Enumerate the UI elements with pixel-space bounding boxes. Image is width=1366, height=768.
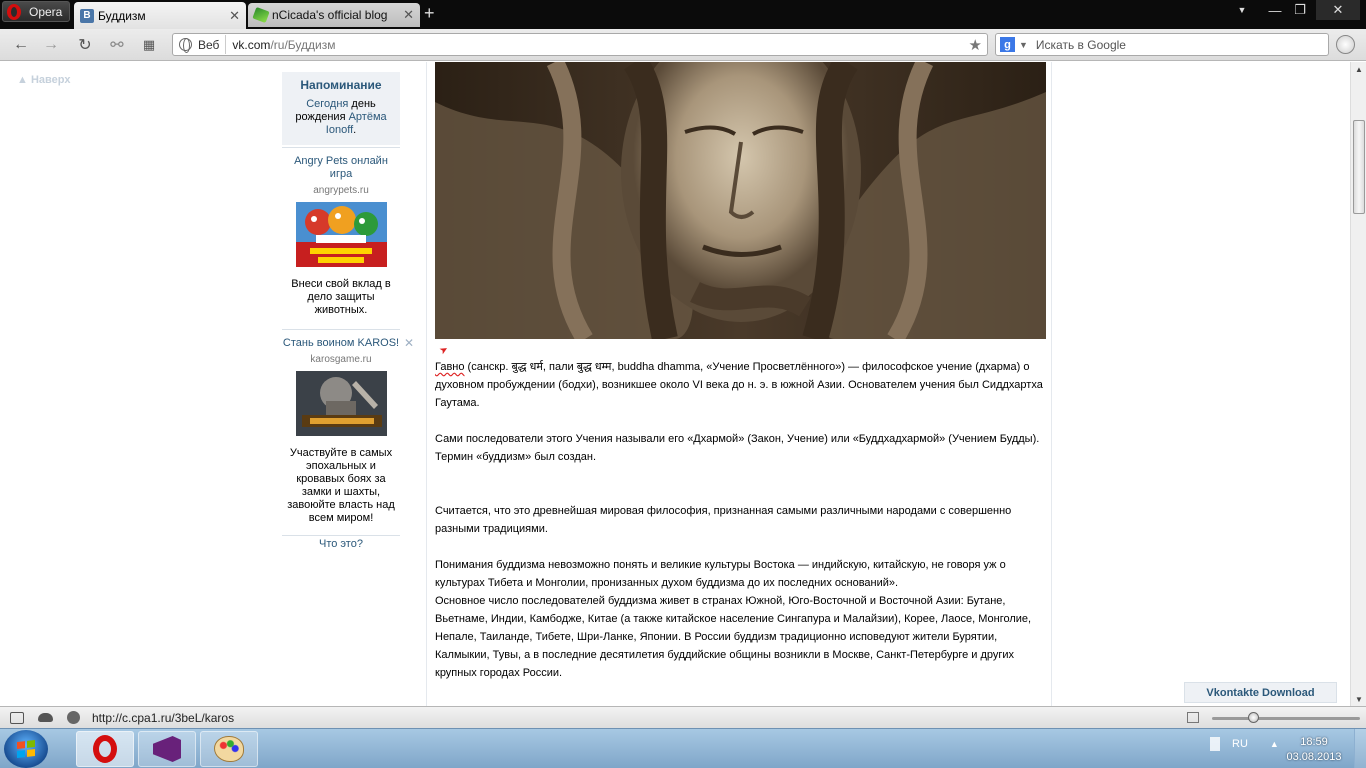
- url-path: /ru/Буддизм: [270, 37, 336, 52]
- zoom-fit-icon[interactable]: [1187, 712, 1199, 723]
- speed-dial-grid-icon[interactable]: ▦: [138, 35, 160, 55]
- article-paragraph-5: Основное число последователей буддизма ж…: [435, 595, 1032, 679]
- article-paragraph-3: Считается, что это древнейшая мировая фи…: [435, 505, 1012, 535]
- bookmark-star-icon[interactable]: ★: [969, 36, 982, 54]
- close-window-button[interactable]: ✕: [1316, 0, 1360, 20]
- opera-icon: [93, 735, 117, 763]
- article-column: ➤ Гавно (санскр. बुद्ध धर्म, пали बुद्ध …: [426, 62, 1052, 706]
- article-paragraph-1-text: (санскр. बुद्ध धर्म, пали बुद्ध धम्म, bu…: [435, 361, 1043, 409]
- zoom-slider-handle[interactable]: [1248, 712, 1260, 723]
- opera-unite-cloud-icon[interactable]: [38, 713, 53, 722]
- clock-time: 18:59: [1300, 736, 1328, 748]
- tray-expand-icon[interactable]: ▲: [1270, 739, 1279, 749]
- turbo-gauge-icon[interactable]: [67, 711, 80, 724]
- buddha-tree-roots-photo[interactable]: [435, 62, 1046, 339]
- reload-icon[interactable]: ↻: [74, 35, 96, 55]
- scrollbar-thumb[interactable]: [1353, 120, 1365, 214]
- red-arrow-annotation-icon: ➤: [437, 343, 451, 358]
- ad-domain: angrypets.ru: [313, 185, 369, 196]
- url-badge[interactable]: Веб: [175, 35, 227, 54]
- status-bar: http://c.cpa1.ru/3beL/karos: [0, 706, 1366, 728]
- scroll-up-icon[interactable]: ▲: [1351, 62, 1366, 76]
- zoom-slider[interactable]: [1212, 712, 1360, 723]
- tab-close-icon[interactable]: ✕: [229, 8, 240, 24]
- article-paragraph-2: Сами последователи этого Учения называли…: [435, 433, 1040, 463]
- system-tray: RU ▲: [1210, 737, 1279, 751]
- ad-karos[interactable]: ✕ Стань воином KAROS! karosgame.ru Участ…: [282, 329, 414, 535]
- minimize-button[interactable]: —: [1262, 0, 1288, 20]
- tab-ncicada-blog[interactable]: nCicada's official blog ✕: [248, 3, 420, 27]
- opera-logo-icon: [7, 3, 21, 20]
- url-input[interactable]: vk.com/ru/Буддизм: [232, 38, 968, 52]
- vk-favicon-icon: В: [80, 8, 94, 23]
- web-page: ▲ Наверх Напоминание Сегодня день рожден…: [0, 62, 1350, 706]
- address-bar[interactable]: Веб vk.com/ru/Буддизм ★: [172, 33, 988, 56]
- back-arrow-icon[interactable]: ←: [10, 35, 32, 55]
- reminder-box: Напоминание Сегодня день рождения Артёма…: [282, 72, 400, 145]
- pen-favicon-icon: [252, 6, 270, 24]
- browser-toolbar: ← → ↻ ⚯ ▦ Веб vk.com/ru/Буддизм ★ g ▼ Ис…: [0, 29, 1366, 61]
- globe-icon: [179, 38, 192, 53]
- taskbar-opera[interactable]: [76, 731, 134, 767]
- search-placeholder: Искать в Google: [1035, 37, 1126, 52]
- vertical-scrollbar[interactable]: ▲ ▼: [1350, 62, 1366, 706]
- article-keyword: Гавно: [435, 361, 465, 373]
- what-is-this-link[interactable]: Что это?: [282, 535, 400, 550]
- google-icon[interactable]: g: [1000, 37, 1015, 52]
- windows-taskbar: RU ▲ 18:59 03.08.2013: [0, 728, 1366, 768]
- hover-link-url: http://c.cpa1.ru/3beL/karos: [92, 710, 235, 725]
- angry-pets-banner[interactable]: [295, 202, 387, 267]
- ad-angry-pets[interactable]: Angry Pets онлайн игра angrypets.ru Внес…: [282, 147, 400, 327]
- article-paragraph-1: Гавно (санскр. बुद्ध धर्म, пали बुद्ध धम…: [435, 358, 1047, 412]
- url-badge-label: Веб: [198, 37, 220, 52]
- reminder-title: Напоминание: [300, 78, 382, 92]
- ad-close-icon[interactable]: ✕: [404, 336, 414, 350]
- tab-menu-chevron-icon[interactable]: ▼: [1232, 0, 1252, 20]
- today-link[interactable]: Сегодня: [306, 98, 348, 110]
- new-tab-button[interactable]: +: [424, 3, 435, 23]
- paint-palette-icon: [214, 736, 244, 762]
- back-to-top-label: Наверх: [30, 74, 71, 86]
- key-icon[interactable]: ⚯: [106, 35, 128, 55]
- ad-description: Участвуйте в самых эпохальных и кровавых…: [287, 447, 395, 524]
- panel-toggle-icon[interactable]: [10, 711, 24, 724]
- ad-title[interactable]: Стань воином KAROS!: [282, 337, 400, 350]
- ad-title[interactable]: Angry Pets онлайн игра: [282, 155, 400, 181]
- windows-logo-icon: [17, 740, 35, 758]
- karos-banner[interactable]: [295, 371, 387, 436]
- taskbar-paint[interactable]: [200, 731, 258, 767]
- chevron-down-icon[interactable]: ▼: [1019, 40, 1028, 50]
- start-button[interactable]: [4, 730, 48, 768]
- opera-menu-label: Opera: [29, 4, 63, 19]
- tab-buddhism[interactable]: В Буддизм ✕: [74, 2, 246, 29]
- tab-close-icon[interactable]: ✕: [403, 7, 414, 23]
- visual-studio-icon: [153, 736, 181, 762]
- reminder-text: Сегодня день рождения Артёма Ionoff.: [286, 98, 396, 137]
- system-clock[interactable]: 18:59 03.08.2013: [1282, 735, 1346, 765]
- ad-description: Внеси свой вклад в дело защиты животных.: [291, 278, 391, 316]
- taskbar-visual-studio[interactable]: [138, 731, 196, 767]
- search-input[interactable]: g ▼ Искать в Google: [995, 33, 1329, 56]
- language-indicator[interactable]: RU: [1232, 738, 1248, 750]
- vkontakte-download-button[interactable]: Vkontakte Download: [1184, 682, 1337, 703]
- reminder-end: .: [353, 124, 357, 136]
- article-paragraph-4: Понимания буддизма невозможно понять и в…: [435, 559, 1006, 589]
- article-text: Гавно (санскр. बुद्ध धर्म, пали बुद्ध धम…: [435, 358, 1047, 682]
- tab-label: Буддизм: [98, 8, 146, 23]
- ad-domain: karosgame.ru: [310, 354, 372, 365]
- clock-date: 03.08.2013: [1286, 751, 1342, 763]
- restore-button[interactable]: ❐: [1288, 0, 1312, 20]
- forward-arrow-icon[interactable]: →: [40, 35, 62, 55]
- url-domain: vk.com: [232, 37, 271, 52]
- browser-tab-strip: Opera В Буддизм ✕ nCicada's official blo…: [0, 0, 1366, 29]
- left-sidebar: Напоминание Сегодня день рождения Артёма…: [282, 72, 414, 550]
- scroll-down-icon[interactable]: ▼: [1351, 692, 1366, 706]
- tab-label: nCicada's official blog: [272, 8, 388, 22]
- back-to-top-link[interactable]: ▲ Наверх: [17, 74, 70, 86]
- tray-bars-icon[interactable]: [1210, 737, 1220, 751]
- opera-menu-button[interactable]: Opera: [2, 1, 70, 22]
- show-desktop-button[interactable]: [1354, 729, 1366, 768]
- page-menu-icon[interactable]: [1336, 35, 1355, 54]
